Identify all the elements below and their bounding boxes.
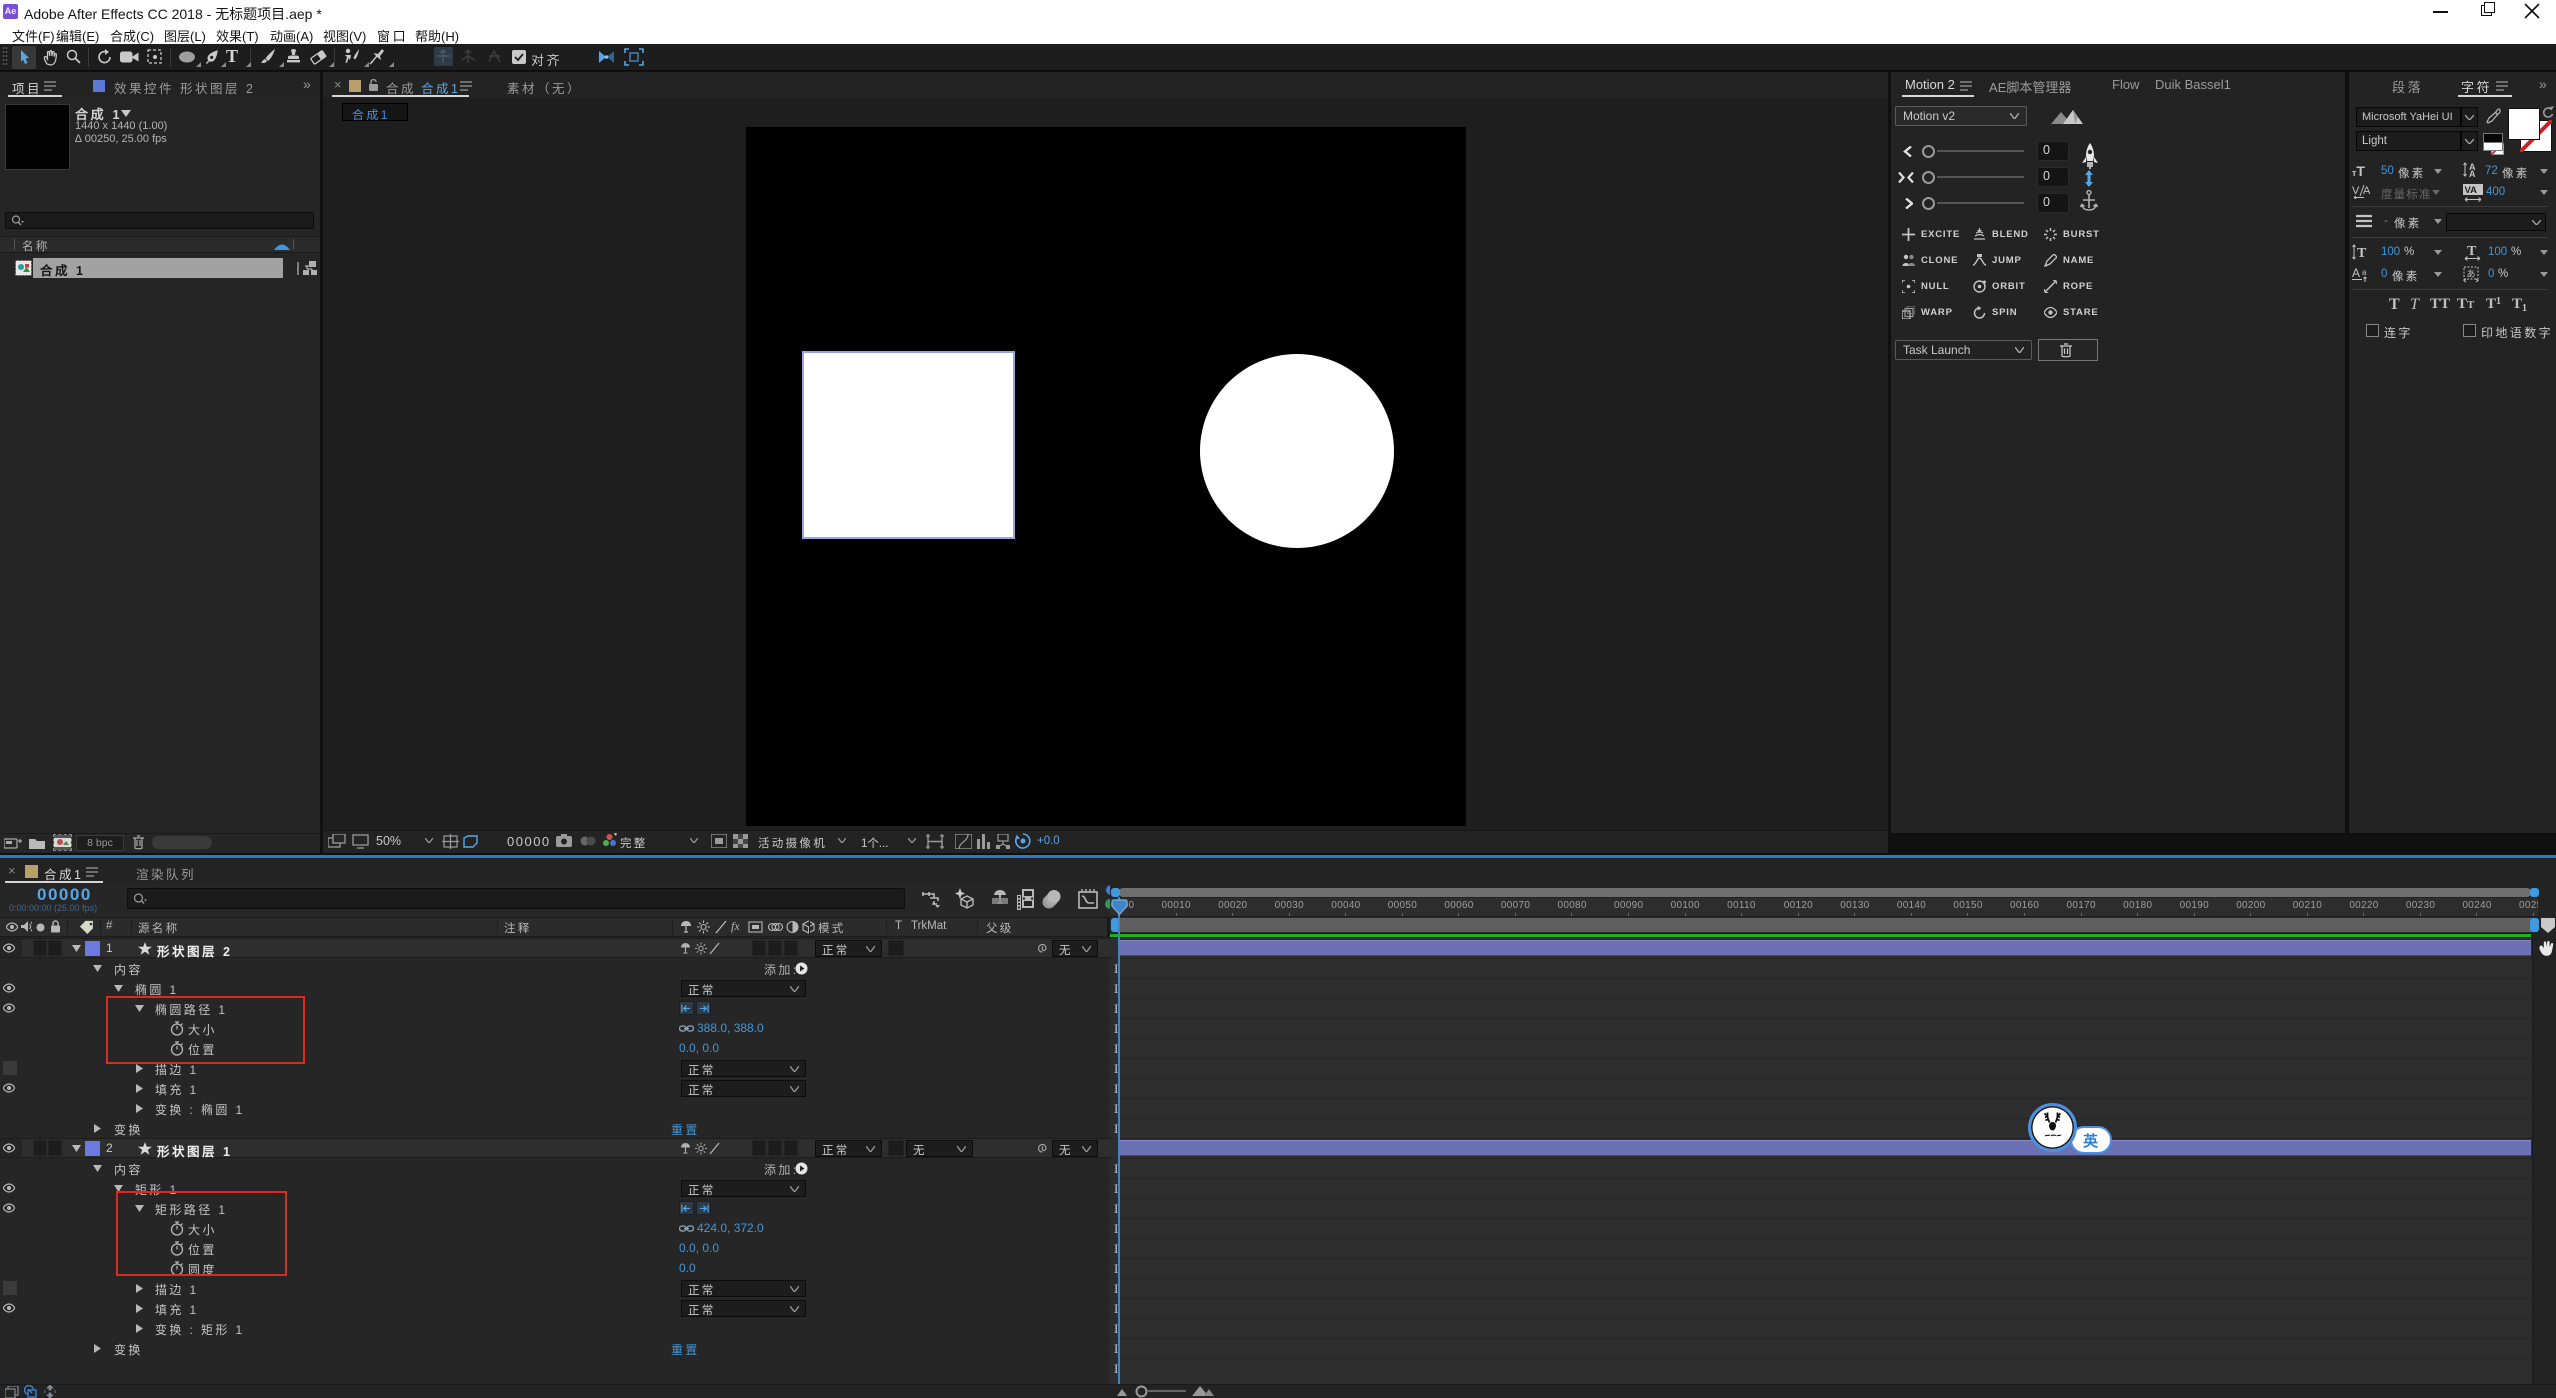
svg-text:A: A: [2469, 169, 2476, 178]
svg-text:V: V: [2352, 185, 2360, 197]
svg-text:A: A: [2363, 185, 2371, 197]
svg-text:A: A: [2352, 266, 2360, 280]
svg-text:VA: VA: [2465, 185, 2478, 196]
svg-text:T: T: [2357, 246, 2367, 261]
svg-text:a: a: [2362, 268, 2367, 277]
svg-text:T: T: [2467, 244, 2477, 259]
svg-text:あ: あ: [2467, 269, 2476, 279]
